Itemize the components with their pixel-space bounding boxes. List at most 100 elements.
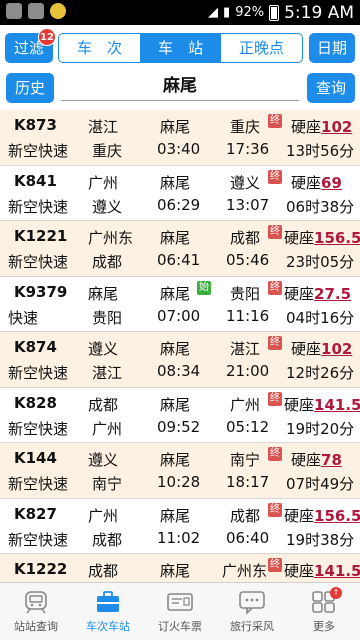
terminal-station: 广州: [92, 419, 123, 438]
mail-icon: [6, 3, 22, 19]
end-tag-icon: 终: [268, 502, 282, 517]
price-link[interactable]: 141.5: [314, 562, 360, 580]
origin-station: 遵义: [88, 340, 119, 358]
seat-price[interactable]: 硬座69: [291, 172, 342, 193]
train-row[interactable]: K9379 快速 麻尾 贵阳 麻尾始 07:00 贵阳终 11:16 硬座27.5 04时16分: [0, 276, 360, 332]
train-row[interactable]: K144 新空快速 遵义 南宁 麻尾 10:28 南宁终 18:17 硬座78 07时49分: [0, 443, 360, 499]
train-row[interactable]: K873 新空快速 湛江 重庆 麻尾 03:40 重庆终 17:36 硬座102 13时56分: [0, 110, 360, 166]
train-row[interactable]: K1222 成都 麻尾 广州东终硬座141.5: [0, 554, 360, 582]
history-button[interactable]: 历史: [6, 73, 54, 103]
seat-price[interactable]: 硬座156.5: [284, 505, 360, 526]
nav-item[interactable]: 旅行采风: [216, 583, 288, 640]
seat-price[interactable]: 硬座141.5: [284, 394, 360, 415]
nav-item[interactable]: 站站查询: [0, 583, 72, 640]
tab-train-number[interactable]: 车 次: [59, 34, 140, 62]
query-station: 麻尾: [160, 395, 191, 414]
train-icon: [0, 589, 72, 615]
train-type: 新空快速: [8, 197, 69, 216]
search-icon: [28, 3, 44, 19]
nav-item[interactable]: 车次车站: [72, 583, 144, 640]
train-type: 新空快速: [8, 530, 69, 549]
origin-station: 麻尾: [88, 284, 119, 303]
seat-class: 硬座: [291, 118, 322, 136]
search-header: 过滤 12 车 次 车 站 正晚点 日期 历史 麻尾 查询: [0, 25, 360, 110]
nav-item[interactable]: 订火车票: [144, 583, 216, 640]
end-tag-icon: 终: [268, 169, 282, 184]
seat-price[interactable]: 硬座141.5: [284, 560, 360, 581]
train-number: K828: [14, 393, 57, 412]
end-tag-icon: 终: [268, 336, 282, 350]
seat-price[interactable]: 硬座102: [291, 116, 352, 137]
price-link[interactable]: 102: [321, 340, 352, 358]
destination: 成都: [230, 229, 261, 247]
arrive-time: 03:40: [157, 140, 201, 158]
nav-label: 车次车站: [86, 620, 130, 633]
destination: 贵阳: [230, 284, 261, 303]
train-number: K873: [14, 116, 57, 134]
query-button[interactable]: 查询: [307, 73, 355, 103]
origin-station: 广州东: [88, 229, 134, 247]
seat-price[interactable]: 硬座156.5: [284, 227, 360, 248]
travel-duration: 13时56分: [286, 142, 355, 160]
train-row[interactable]: K1221 新空快速 广州东 成都 麻尾 06:41 成都终 05:46 硬座156.5 23时0…: [0, 221, 360, 277]
train-row[interactable]: K827 新空快速 广州 成都 麻尾 11:02 成都终 06:40 硬座156.5 19时38分: [0, 498, 360, 554]
filter-badge: 12: [38, 28, 56, 46]
query-station: 麻尾: [160, 229, 191, 247]
briefcase-icon: [72, 589, 144, 615]
query-station: 麻尾: [160, 340, 191, 358]
terminal-station: 成都: [92, 253, 123, 271]
origin-station: 湛江: [88, 118, 119, 136]
train-row[interactable]: K874 新空快速 遵义 湛江 麻尾 08:34 湛江终 21:00 硬座102 12时26分: [0, 332, 360, 388]
nav-label: 更多: [313, 620, 335, 633]
end-tag-icon: 终: [268, 391, 282, 406]
seat-price[interactable]: 硬座27.5: [284, 283, 351, 304]
train-row[interactable]: K841 新空快速 广州 遵义 麻尾 06:29 遵义终 13:07 硬座69 06时38分: [0, 165, 360, 221]
end-tag-icon: 终: [268, 447, 282, 461]
destination: 广州东: [222, 562, 268, 580]
bottom-nav: 站站查询 车次车站 订火车票 旅行采风 更多 ↑: [0, 582, 360, 640]
terminal-station: 成都: [92, 530, 123, 549]
station-input[interactable]: 麻尾: [61, 71, 299, 101]
query-station: 麻尾: [160, 173, 191, 192]
train-list[interactable]: K873 新空快速 湛江 重庆 麻尾 03:40 重庆终 17:36 硬座102 13时56分 K8…: [0, 110, 360, 582]
travel-duration: 04时16分: [286, 308, 355, 327]
price-link[interactable]: 102: [321, 118, 352, 136]
wifi-icon: ◢: [208, 5, 219, 20]
tab-station[interactable]: 车 站: [140, 34, 221, 62]
terminal-station: 湛江: [92, 364, 123, 382]
price-link[interactable]: 156.5: [314, 229, 360, 247]
status-bar: ◢ ▮ 92% 5:19 AM: [0, 0, 360, 25]
train-number: K144: [14, 449, 57, 467]
chat-icon: [216, 589, 288, 615]
travel-duration: 23时05分: [286, 253, 355, 271]
travel-duration: 07时49分: [286, 475, 355, 493]
train-type: 新空快速: [8, 253, 69, 271]
arrive-time: 06:41: [157, 251, 201, 269]
date-button[interactable]: 日期: [309, 33, 355, 63]
seat-price[interactable]: 硬座102: [291, 338, 352, 359]
train-number: K827: [14, 504, 57, 523]
arrive-time: 09:52: [157, 417, 201, 436]
origin-station: 遵义: [88, 451, 119, 469]
price-link[interactable]: 27.5: [314, 285, 351, 303]
destination: 南宁: [230, 451, 261, 469]
price-link[interactable]: 69: [321, 174, 342, 192]
price-link[interactable]: 141.5: [314, 396, 360, 414]
nav-item[interactable]: 更多 ↑: [288, 583, 360, 640]
seat-class: 硬座: [284, 562, 315, 580]
train-number: K841: [14, 171, 57, 190]
arrive-time: 07:00: [157, 306, 201, 325]
price-link[interactable]: 78: [321, 451, 342, 469]
tab-punctuality[interactable]: 正晚点: [221, 34, 302, 62]
seat-price[interactable]: 硬座78: [291, 449, 342, 470]
terminal-station: 南宁: [92, 475, 123, 493]
train-row[interactable]: K828 新空快速 成都 广州 麻尾 09:52 广州终 05:12 硬座141.5 19时20分: [0, 387, 360, 443]
price-link[interactable]: 156.5: [314, 507, 360, 525]
start-tag-icon: 始: [197, 280, 211, 295]
destination: 湛江: [230, 340, 261, 358]
seat-class: 硬座: [291, 173, 322, 192]
nav-label: 旅行采风: [230, 620, 274, 633]
ticket-icon: [144, 589, 216, 615]
depart-time: 18:17: [226, 473, 270, 491]
end-tag-icon: 终: [268, 225, 282, 239]
